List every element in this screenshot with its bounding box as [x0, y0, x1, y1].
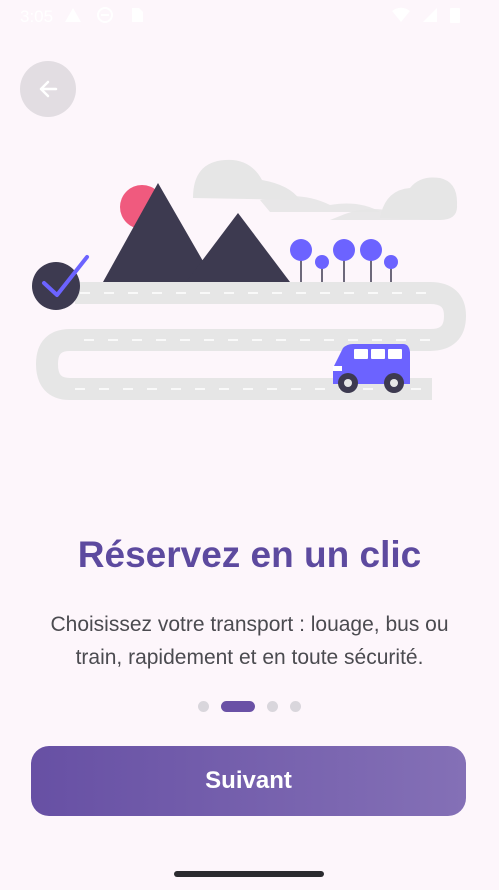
next-button[interactable]: Suivant — [31, 746, 466, 816]
arrow-left-icon — [39, 80, 58, 98]
page-dot — [267, 700, 278, 712]
status-time: 3:05 — [20, 7, 54, 26]
home-indicator[interactable] — [174, 871, 324, 877]
status-icons-left — [64, 6, 146, 24]
page-dot — [290, 700, 301, 712]
alert-icon — [65, 8, 81, 22]
sim-icon — [132, 8, 143, 22]
trees — [290, 239, 398, 282]
clouds — [193, 159, 458, 220]
page-dot-active — [221, 700, 255, 712]
status-icons-right — [391, 6, 461, 24]
signal-icon — [423, 8, 437, 22]
onboarding-title: Réservez en un clic — [77, 534, 422, 575]
battery-icon — [450, 8, 460, 23]
wifi-icon — [392, 7, 410, 22]
check-badge — [32, 262, 80, 310]
page-indicator — [0, 699, 499, 713]
next-button-label: Suivant — [205, 767, 292, 794]
onboarding-subtitle: Choisissez votre transport : louage, bus… — [50, 613, 449, 669]
back-button[interactable] — [20, 61, 76, 117]
status-bar: 3:05 — [0, 0, 499, 34]
road-trip-illustration — [32, 159, 467, 400]
mountain-right — [186, 213, 290, 282]
no-disturb-icon — [97, 7, 113, 23]
page-dot — [198, 700, 209, 712]
